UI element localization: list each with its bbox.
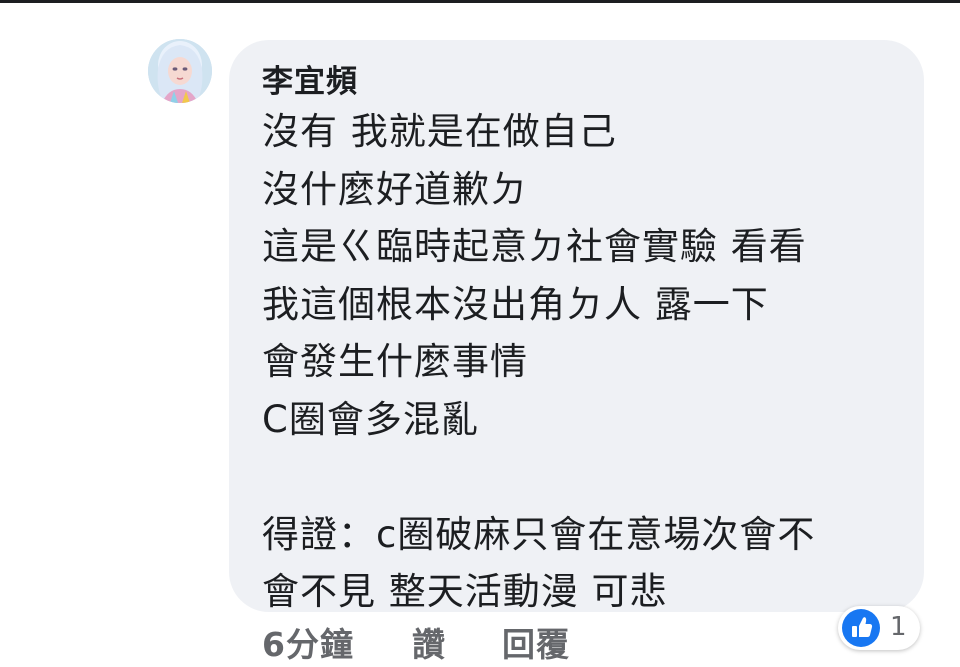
comment-line: 沒什麼好道歉ㄉ [262, 167, 528, 211]
comment-line: C圈會多混亂 [262, 397, 479, 441]
comment-line: 得證：c圈破麻只會在意場次會不 [262, 512, 816, 556]
comment-timestamp[interactable]: 6分鐘 [262, 618, 354, 666]
reaction-summary[interactable]: 1 [838, 606, 920, 650]
comment-line: 沒有 我就是在做自己 [262, 110, 617, 153]
comment-author-name[interactable]: 李宜頻 [262, 56, 358, 101]
comment-line: 我這個根本沒出角ㄉ人 露一下 [262, 282, 769, 326]
comment-thread: 李宜頻 沒有 我就是在做自己 沒什麼好道歉ㄉ 這是ㄍ臨時起意ㄉ社會實驗 看看 我… [0, 0, 960, 667]
top-divider [0, 0, 960, 3]
reply-button[interactable]: 回覆 [502, 618, 570, 666]
avatar[interactable] [148, 39, 212, 103]
comment-line-blank [262, 448, 902, 506]
avatar-image [148, 39, 212, 103]
reaction-count: 1 [890, 612, 907, 642]
comment-line: 會不見 整天活動漫 可悲 [262, 570, 668, 613]
comment-line: 這是ㄍ臨時起意ㄉ社會實驗 看看 [262, 225, 807, 268]
like-icon [842, 609, 880, 647]
comment-line: 會發生什麼事情 [262, 340, 528, 383]
comment-body: 沒有 我就是在做自己 沒什麼好道歉ㄉ 這是ㄍ臨時起意ㄉ社會實驗 看看 我這個根本… [262, 103, 902, 621]
like-button[interactable]: 讚 [412, 618, 446, 666]
